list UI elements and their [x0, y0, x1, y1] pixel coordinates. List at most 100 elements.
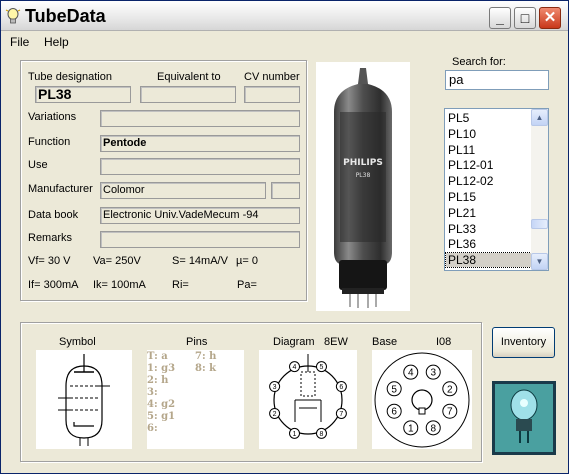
va-value: Va= 250V — [93, 255, 141, 267]
mu-value: µ= 0 — [236, 255, 258, 267]
pin-row: 6: — [147, 423, 158, 434]
pin-number: 4 — [408, 368, 414, 379]
vf-value: Vf= 30 V — [28, 255, 71, 267]
lightbulb-icon — [5, 8, 21, 24]
pin-circle: 6 — [335, 381, 347, 393]
databook-label: Data book — [28, 209, 79, 221]
maximize-button[interactable]: □ — [514, 7, 536, 29]
title-bar[interactable]: TubeData _ □ ✕ — [1, 1, 568, 31]
pin-circle: 1 — [289, 427, 301, 439]
list-item[interactable]: PL15 — [446, 190, 531, 204]
pin-number: 2 — [447, 384, 453, 395]
databook-field[interactable]: Electronic Univ.VadeMecum -94 — [100, 207, 300, 224]
menu-bar: File Help — [1, 32, 568, 52]
pin-row: 1: g3 — [147, 363, 176, 374]
pin-diagram: 4 3 5 2 6 7 1 8 — [259, 350, 357, 449]
window-title: TubeData — [25, 6, 106, 26]
list-item[interactable]: PL33 — [446, 222, 531, 236]
tube-designation-field[interactable]: PL38 — [35, 86, 131, 103]
list-item[interactable]: PL11 — [446, 143, 531, 157]
pin-number: 6 — [339, 384, 343, 391]
pin-row: T: a — [147, 351, 168, 362]
remarks-field[interactable] — [100, 231, 300, 248]
inventory-button[interactable]: Inventory — [492, 327, 555, 358]
pin-number: 7 — [447, 407, 453, 418]
pin-row — [195, 387, 216, 399]
manufacturer-extra-field[interactable] — [271, 182, 300, 199]
maximize-icon: □ — [520, 10, 530, 26]
pin-circle: 3 — [269, 381, 281, 393]
pin-circle: 8 — [425, 420, 441, 436]
pin-circle: 2 — [442, 381, 458, 397]
pins-column-2: 7: h 8: k — [195, 351, 216, 435]
cv-number-field[interactable] — [244, 86, 300, 103]
use-label: Use — [28, 159, 48, 171]
scroll-up-button[interactable]: ▲ — [531, 109, 548, 126]
pin-number: 3 — [273, 384, 277, 391]
pin-circle: 4 — [289, 361, 301, 373]
close-icon: ✕ — [543, 9, 557, 26]
search-label: Search for: — [452, 56, 506, 68]
list-item[interactable]: PL12-02 — [446, 174, 531, 188]
list-item[interactable]: PL10 — [446, 127, 531, 141]
pin-circle: 6 — [386, 403, 402, 419]
pin-number: 6 — [391, 407, 397, 418]
ri-value: Ri= — [172, 279, 189, 291]
tube-list[interactable]: PL5 PL10 PL11 PL12-01 PL12-02 PL15 PL21 PL33 PL3… — [444, 108, 549, 271]
pin-number: 5 — [320, 364, 324, 371]
function-field[interactable]: Pentode — [100, 135, 300, 152]
minimize-button[interactable]: _ — [489, 7, 511, 29]
pin-row — [195, 399, 216, 411]
use-field[interactable] — [100, 158, 300, 175]
pin-row: 4: g2 — [147, 399, 176, 410]
pin-number: 5 — [391, 384, 397, 395]
remarks-label: Remarks — [28, 232, 73, 244]
base-code: I08 — [436, 336, 452, 348]
list-item[interactable]: PL5 — [446, 111, 531, 125]
app-window: TubeData _ □ ✕ File Help Tube designatio… — [0, 0, 569, 474]
if-value: If= 300mA — [28, 279, 79, 291]
menu-file[interactable]: File — [10, 35, 29, 49]
scroll-thumb[interactable] — [531, 219, 548, 229]
pin-circle: 1 — [403, 420, 419, 436]
scroll-down-button[interactable]: ▼ — [531, 253, 548, 270]
list-item[interactable]: PL36 — [446, 237, 531, 251]
equivalent-label: Equivalent to — [157, 71, 221, 83]
pin-circle: 8 — [315, 427, 327, 439]
list-item[interactable]: PL12-01 — [446, 158, 531, 172]
list-scrollbar[interactable]: ▲ ▼ — [531, 109, 548, 270]
manufacturer-field[interactable]: Colomor — [100, 182, 266, 199]
pin-row — [195, 375, 216, 387]
pin-row: 7: h — [195, 351, 217, 362]
pin-number: 1 — [408, 423, 414, 434]
ik-value: Ik= 100mA — [93, 279, 146, 291]
pins-box: T: a 1: g3 2: h 3: 4: g2 5: g1 6: 7: h 8: k — [147, 350, 244, 449]
search-input[interactable]: pa — [445, 70, 549, 90]
pin-circle: 2 — [269, 407, 281, 419]
base-label: Base — [372, 336, 398, 348]
menu-help[interactable]: Help — [44, 35, 69, 49]
photo-brand: PHILIPS — [343, 158, 383, 168]
pin-circle: 5 — [315, 361, 327, 373]
pentode-symbol — [36, 350, 132, 449]
close-button[interactable]: ✕ — [539, 7, 561, 29]
pin-row: 8: k — [195, 363, 217, 374]
equivalent-field[interactable] — [140, 86, 236, 103]
tube-photo: PHILIPS PL38 — [316, 62, 410, 311]
pins-label: Pins — [186, 336, 208, 348]
pin-row — [195, 423, 216, 435]
pin-number: 4 — [293, 364, 297, 371]
diagram-label: Diagram — [273, 336, 315, 348]
pin-circle: 3 — [425, 364, 441, 380]
diagram-code: 8EW — [324, 336, 348, 348]
list-item[interactable]: PL21 — [446, 206, 531, 220]
variations-field[interactable] — [100, 110, 300, 127]
function-label: Function — [28, 136, 71, 148]
list-item[interactable]: PL38 — [445, 252, 532, 269]
pin-number: 2 — [273, 411, 277, 418]
tubedata-logo — [492, 381, 556, 455]
pin-row: 5: g1 — [147, 411, 176, 422]
tube-designation-label: Tube designation — [28, 71, 112, 83]
pin-circle: 5 — [386, 381, 402, 397]
s-value: S= 14mA/V — [172, 255, 228, 267]
